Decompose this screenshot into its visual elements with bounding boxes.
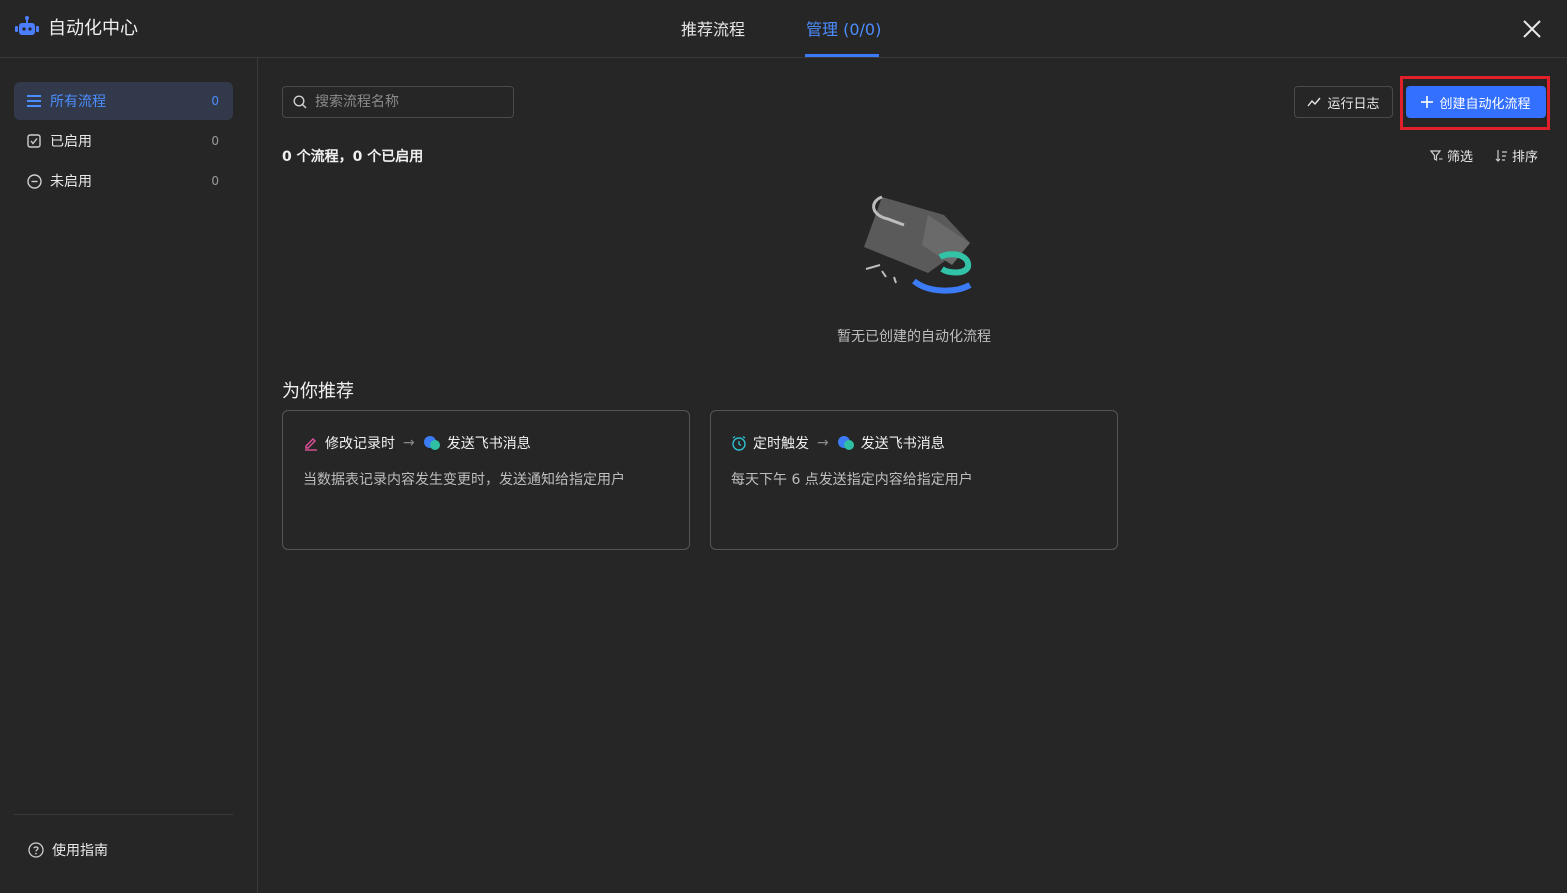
alarm-clock-icon — [732, 435, 746, 451]
run-log-button[interactable]: 运行日志 — [1294, 86, 1393, 118]
sidebar-item-all-flows[interactable]: 所有流程 0 — [14, 82, 233, 120]
search-box[interactable] — [282, 86, 514, 118]
close-icon[interactable] — [1519, 16, 1545, 42]
action-label: 发送飞书消息 — [860, 436, 945, 452]
run-log-label: 运行日志 — [1327, 96, 1380, 112]
flow-line: 定时触发 → 发送飞书消息 — [731, 433, 945, 453]
search-input[interactable] — [315, 94, 495, 110]
recommend-title: 为你推荐 — [282, 381, 354, 402]
card-description: 当数据表记录内容发生变更时，发送通知给指定用户 — [303, 472, 625, 488]
card-description: 每天下午 6 点发送指定内容给指定用户 — [731, 472, 973, 488]
sidebar-item-label: 未启用 — [50, 174, 92, 190]
sort-button[interactable]: 排序 — [1495, 146, 1538, 165]
filter-label: 筛选 — [1447, 150, 1474, 165]
arrow-icon: → — [817, 435, 829, 451]
trigger-label: 修改记录时 — [325, 436, 395, 452]
sidebar-item-label: 已启用 — [50, 134, 92, 150]
sidebar-divider — [14, 814, 233, 815]
filter-icon — [1430, 149, 1443, 161]
sort-icon — [1495, 150, 1507, 162]
sidebar-item-count: 0 — [211, 94, 219, 108]
sidebar-item-disabled[interactable]: 未启用 0 — [14, 162, 233, 200]
empty-state-illustration — [864, 195, 972, 294]
minus-circle-icon — [26, 173, 42, 189]
list-icon — [26, 93, 42, 109]
robot-icon — [15, 16, 39, 35]
sidebar: 所有流程 0 已启用 0 未启用 0 使用指南 — [0, 58, 258, 893]
user-guide-link[interactable]: 使用指南 — [28, 840, 108, 860]
sidebar-item-enabled[interactable]: 已启用 0 — [14, 122, 233, 160]
sidebar-item-count: 0 — [211, 174, 219, 188]
tab-manage[interactable]: 管理 (0/0) — [806, 16, 881, 40]
tab-recommended[interactable]: 推荐流程 — [681, 16, 745, 40]
empty-state-text: 暂无已创建的自动化流程 — [837, 329, 991, 345]
header-bar: 自动化中心 推荐流程 管理 (0/0) — [0, 0, 1567, 58]
edit-icon — [305, 438, 317, 451]
highlight-box — [1400, 76, 1550, 130]
app-title: 自动化中心 — [14, 14, 138, 40]
checkbox-icon — [26, 133, 42, 149]
recommend-card[interactable]: 修改记录时 → 发送飞书消息 当数据表记录内容发生变更时，发送通知给指定用户 — [282, 410, 690, 550]
trigger-label: 定时触发 — [753, 436, 809, 452]
feishu-icon — [837, 436, 854, 450]
flow-summary: 0 个流程，0 个已启用 — [282, 149, 424, 165]
action-label: 发送飞书消息 — [446, 436, 531, 452]
flow-line: 修改记录时 → 发送飞书消息 — [303, 433, 531, 453]
trend-icon — [1307, 97, 1322, 107]
sort-label: 排序 — [1512, 150, 1539, 165]
arrow-icon: → — [403, 435, 415, 451]
search-icon — [293, 95, 307, 109]
help-icon — [28, 842, 44, 858]
user-guide-label: 使用指南 — [52, 843, 108, 859]
sidebar-item-label: 所有流程 — [50, 94, 106, 110]
app-title-text: 自动化中心 — [48, 18, 138, 39]
feishu-icon — [423, 436, 440, 450]
sidebar-item-count: 0 — [211, 134, 219, 148]
active-tab-indicator — [805, 54, 879, 57]
recommend-card[interactable]: 定时触发 → 发送飞书消息 每天下午 6 点发送指定内容给指定用户 — [710, 410, 1118, 550]
filter-button[interactable]: 筛选 — [1430, 146, 1473, 165]
